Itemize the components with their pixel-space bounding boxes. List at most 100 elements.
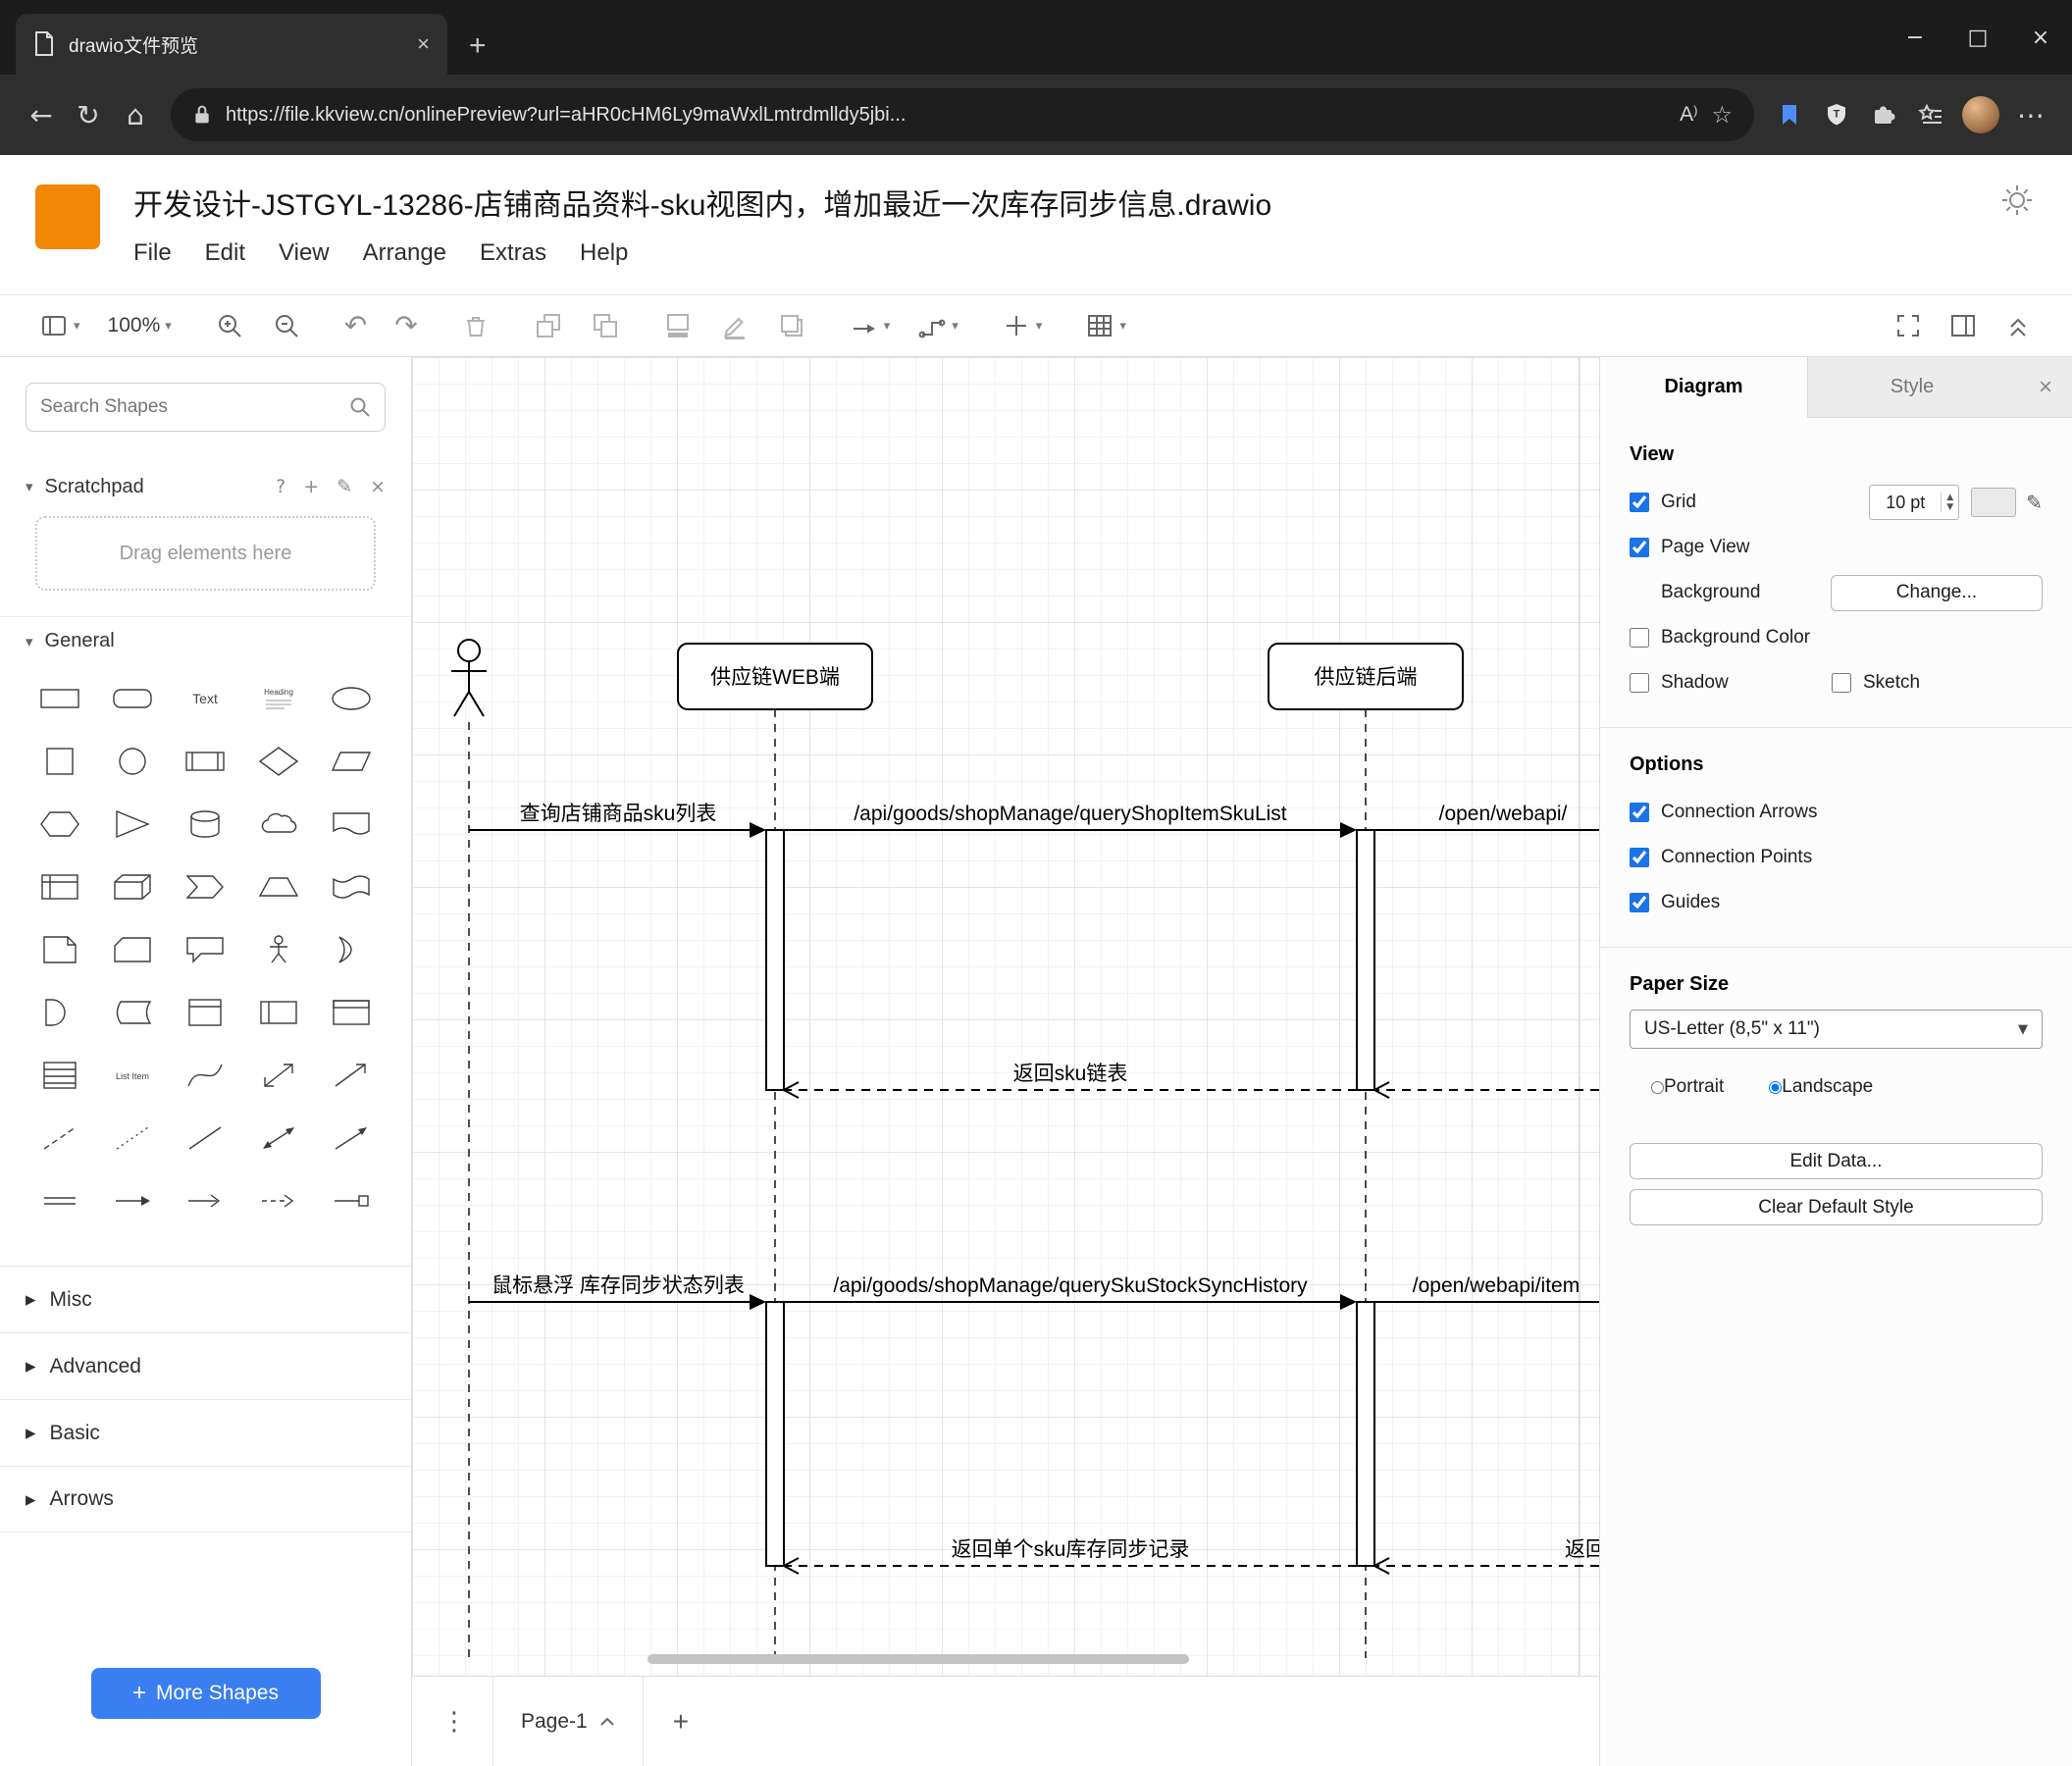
shape-triangle[interactable]: [96, 799, 169, 850]
connection-arrows-checkbox[interactable]: [1630, 803, 1649, 822]
shape-internal-storage[interactable]: [24, 861, 96, 912]
sidebar-item-misc[interactable]: ▸ Misc: [0, 1266, 411, 1332]
tab-close-icon[interactable]: ×: [417, 31, 430, 57]
shape-trapezoid[interactable]: [242, 861, 315, 912]
message-query-sku-list[interactable]: 查询店铺商品sku列表: [469, 803, 766, 838]
scratchpad-header[interactable]: ▾ Scratchpad ? + ✎ ×: [0, 465, 411, 508]
scratchpad-edit-icon[interactable]: ✎: [337, 476, 352, 497]
shape-search[interactable]: [26, 383, 386, 432]
redo-button[interactable]: ↷: [394, 312, 417, 339]
to-back-button[interactable]: [591, 311, 620, 340]
shape-text[interactable]: Text: [169, 673, 241, 724]
shadow-checkbox[interactable]: [1630, 673, 1649, 693]
shape-heading[interactable]: Heading: [242, 673, 315, 724]
shape-vertical-container[interactable]: [169, 987, 241, 1038]
shape-document[interactable]: [315, 799, 388, 850]
return-external-top[interactable]: [1372, 1081, 1599, 1099]
profile-avatar[interactable]: [1962, 96, 1999, 133]
message-open-webapi-bottom[interactable]: /open/webapi/item: [1374, 1274, 1599, 1303]
scratchpad-add-icon[interactable]: +: [303, 476, 319, 497]
menu-arrange[interactable]: Arrange: [363, 239, 446, 267]
shield-icon[interactable]: T: [1813, 91, 1860, 138]
address-bar[interactable]: A) ☆: [171, 88, 1754, 141]
activation-backend-2[interactable]: [1356, 1301, 1375, 1567]
theme-toggle-button[interactable]: [1995, 179, 2039, 222]
shape-arrow-right[interactable]: [96, 1175, 169, 1226]
close-button[interactable]: ×: [2009, 0, 2072, 75]
grid-color-picker-icon[interactable]: ✎: [2026, 491, 2043, 514]
shape-callout[interactable]: [169, 924, 241, 975]
stepper-arrows-icon[interactable]: ▲ ▼: [1941, 493, 1958, 512]
shape-link[interactable]: [24, 1175, 96, 1226]
message-api-query-sku-stock-sync-history[interactable]: /api/goods/shopManage/querySkuStockSyncH…: [784, 1274, 1357, 1310]
return-external-bottom[interactable]: 返回: [1372, 1538, 1599, 1575]
shape-bidirectional-connector[interactable]: [242, 1113, 315, 1164]
tab-style[interactable]: Style: [1808, 357, 2016, 417]
menu-help[interactable]: Help: [580, 239, 628, 267]
shape-list[interactable]: [24, 1050, 96, 1101]
new-tab-button[interactable]: +: [469, 31, 487, 61]
browser-menu-icon[interactable]: ⋯: [2007, 91, 2054, 138]
shape-parallelogram[interactable]: [315, 736, 388, 787]
clear-default-style-button[interactable]: Clear Default Style: [1630, 1189, 2043, 1225]
home-icon[interactable]: ⌂: [112, 91, 159, 138]
favorites-bar-icon[interactable]: [1907, 91, 1954, 138]
shape-rectangle[interactable]: [24, 673, 96, 724]
guides-checkbox[interactable]: [1630, 893, 1649, 912]
shape-dashed-arrow[interactable]: [242, 1175, 315, 1226]
landscape-radio[interactable]: [1769, 1080, 1783, 1094]
shape-rounded-rectangle[interactable]: [96, 673, 169, 724]
fill-color-button[interactable]: [663, 311, 693, 340]
shape-step[interactable]: [169, 861, 241, 912]
insert-button[interactable]: ▾: [1002, 311, 1042, 340]
format-panel-toggle-button[interactable]: [1948, 311, 1978, 340]
format-panel-close-icon[interactable]: ×: [2039, 374, 2052, 401]
favorite-star-icon[interactable]: ☆: [1711, 101, 1733, 129]
shape-and[interactable]: [24, 987, 96, 1038]
shape-circle[interactable]: [96, 736, 169, 787]
to-front-button[interactable]: [534, 311, 563, 340]
menu-edit[interactable]: Edit: [205, 239, 245, 267]
browser-tab[interactable]: drawio文件预览 ×: [16, 14, 447, 75]
url-input[interactable]: [226, 103, 1667, 127]
participant-backend[interactable]: 供应链后端: [1268, 643, 1464, 710]
shape-line[interactable]: [169, 1113, 241, 1164]
section-general[interactable]: ▾ General: [0, 616, 411, 659]
shape-dashed-line[interactable]: [24, 1113, 96, 1164]
connection-style-button[interactable]: ▾: [850, 311, 890, 340]
shape-directional-connector[interactable]: [315, 1113, 388, 1164]
shape-data-storage[interactable]: [96, 987, 169, 1038]
add-page-button[interactable]: +: [673, 1706, 689, 1738]
shape-curve[interactable]: [169, 1050, 241, 1101]
message-api-query-shop-item-sku-list[interactable]: /api/goods/shopManage/queryShopItemSkuLi…: [784, 803, 1357, 838]
shape-cube[interactable]: [96, 861, 169, 912]
menu-extras[interactable]: Extras: [480, 239, 546, 267]
background-color-checkbox[interactable]: [1630, 628, 1649, 648]
sketch-checkbox[interactable]: [1832, 673, 1851, 693]
scratchpad-help-icon[interactable]: ?: [276, 476, 285, 497]
page-tab[interactable]: Page-1: [492, 1677, 644, 1766]
shape-square[interactable]: [24, 736, 96, 787]
back-icon[interactable]: ←: [18, 91, 65, 138]
grid-color-swatch[interactable]: [1971, 488, 2017, 517]
search-input[interactable]: [40, 396, 349, 418]
shadow-button[interactable]: [777, 311, 806, 340]
tab-diagram[interactable]: Diagram: [1600, 357, 1808, 418]
page-view-checkbox[interactable]: [1630, 538, 1649, 557]
sidebar-item-advanced[interactable]: ▸ Advanced: [0, 1332, 411, 1399]
extensions-icon[interactable]: [1860, 91, 1907, 138]
activation-web-1[interactable]: [765, 829, 785, 1091]
canvas-horizontal-scrollbar[interactable]: [648, 1654, 1189, 1664]
shape-arrow[interactable]: [315, 1050, 388, 1101]
drawing-canvas[interactable]: 供应链WEB端 供应链后端 查询店铺商品sku列表 /api/goods/sho…: [412, 357, 1599, 1676]
read-aloud-icon[interactable]: A): [1680, 103, 1697, 127]
refresh-icon[interactable]: ↻: [65, 91, 112, 138]
paper-size-select[interactable]: US-Letter (8,5" x 11") ▼: [1630, 1010, 2043, 1049]
more-shapes-button[interactable]: + More Shapes: [90, 1668, 321, 1719]
table-button[interactable]: ▾: [1085, 311, 1126, 340]
sidebar-item-basic[interactable]: ▸ Basic: [0, 1399, 411, 1466]
shape-diamond[interactable]: [242, 736, 315, 787]
edit-data-button[interactable]: Edit Data...: [1630, 1143, 2043, 1179]
sidebar-item-arrows[interactable]: ▸ Arrows: [0, 1466, 411, 1532]
activation-web-2[interactable]: [765, 1301, 785, 1567]
